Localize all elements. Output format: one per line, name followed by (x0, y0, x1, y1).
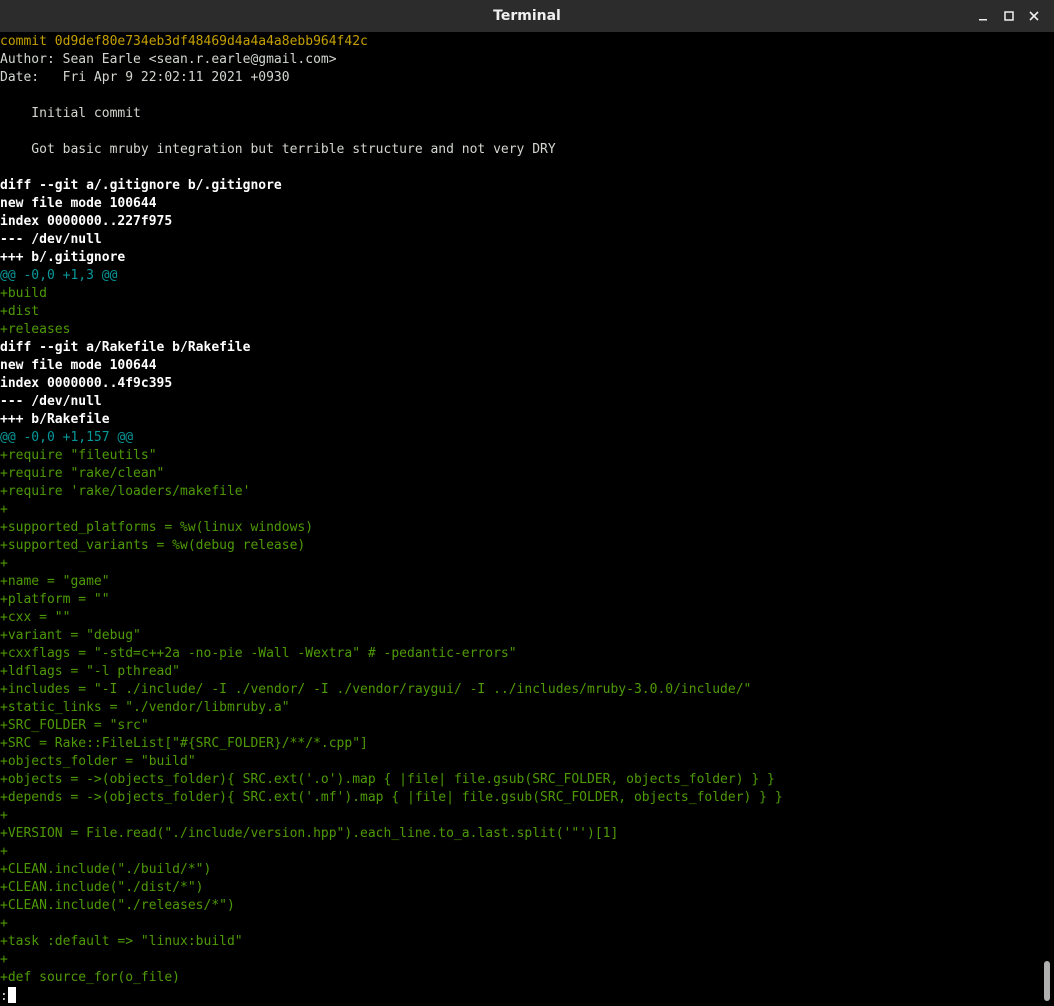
terminal-line: --- /dev/null (0, 394, 102, 409)
terminal-line: +task :default => "linux:build" (0, 934, 243, 949)
terminal-line: +SRC = Rake::FileList["#{SRC_FOLDER}/**/… (0, 736, 368, 751)
terminal-line: +build (0, 286, 47, 301)
scrollbar[interactable] (1040, 33, 1054, 1006)
minimize-icon (979, 19, 987, 21)
pager-prompt[interactable]: : (0, 987, 1040, 1005)
terminal-line: +++ b/Rakefile (0, 412, 110, 427)
terminal-line: + (0, 502, 8, 517)
terminal-line: +platform = "" (0, 592, 110, 607)
terminal-line: new file mode 100644 (0, 358, 157, 373)
terminal-line: index 0000000..4f9c395 (0, 376, 173, 391)
terminal-line: commit 0d9def80e734eb3df48469d4a4a4a8ebb… (0, 34, 368, 49)
terminal-line: diff --git a/Rakefile b/Rakefile (0, 340, 251, 355)
close-icon (1029, 11, 1039, 21)
terminal-line: +dist (0, 304, 40, 319)
terminal-line: +cxx = "" (0, 610, 71, 625)
terminal-line: + (0, 844, 8, 859)
text-cursor (7, 987, 16, 1003)
terminal-line: +includes = "-I ./include/ -I ./vendor/ … (0, 682, 752, 697)
terminal-line: +static_links = "./vendor/libmruby.a" (0, 700, 290, 715)
terminal-output[interactable]: commit 0d9def80e734eb3df48469d4a4a4a8ebb… (0, 33, 1040, 1006)
terminal-line: +cxxflags = "-std=c++2a -no-pie -Wall -W… (0, 646, 517, 661)
terminal-line: diff --git a/.gitignore b/.gitignore (0, 178, 282, 193)
terminal-line: +require 'rake/loaders/makefile' (0, 484, 251, 499)
terminal-line: +ldflags = "-l pthread" (0, 664, 181, 679)
terminal-line: Got basic mruby integration but terrible… (0, 142, 556, 157)
scrollbar-thumb[interactable] (1044, 961, 1050, 1001)
terminal-line: +objects = ->(objects_folder){ SRC.ext('… (0, 772, 775, 787)
terminal-line: new file mode 100644 (0, 196, 157, 211)
terminal-line: +CLEAN.include("./releases/*") (0, 898, 235, 913)
maximize-button[interactable] (1001, 8, 1017, 24)
minimize-button[interactable] (975, 8, 991, 24)
terminal-line: @@ -0,0 +1,157 @@ (0, 430, 134, 445)
terminal-line: +supported_platforms = %w(linux windows) (0, 520, 314, 535)
terminal-line: +SRC_FOLDER = "src" (0, 718, 149, 733)
terminal-line: + (0, 952, 8, 967)
terminal-line: +++ b/.gitignore (0, 250, 126, 265)
terminal-line: +depends = ->(objects_folder){ SRC.ext('… (0, 790, 783, 805)
terminal-line: Initial commit (0, 106, 141, 121)
terminal-line: Author: Sean Earle <sean.r.earle@gmail.c… (0, 52, 337, 67)
window-title: Terminal (493, 8, 561, 24)
terminal-line: @@ -0,0 +1,3 @@ (0, 268, 118, 283)
terminal-line: + (0, 808, 8, 823)
terminal-line: +def source_for(o_file) (0, 970, 181, 985)
terminal-line: +releases (0, 322, 71, 337)
terminal-line: +VERSION = File.read("./include/version.… (0, 826, 619, 841)
terminal-line: + (0, 916, 8, 931)
terminal-window: Terminal commit 0d9def80e734eb3df48469d4… (0, 0, 1054, 1006)
terminal-line: +require "fileutils" (0, 448, 157, 463)
terminal-line: +variant = "debug" (0, 628, 141, 643)
terminal-line: + (0, 556, 8, 571)
terminal-line: +require "rake/clean" (0, 466, 165, 481)
prompt-text: : (0, 989, 8, 1004)
terminal-line: +name = "game" (0, 574, 110, 589)
terminal-line: +CLEAN.include("./dist/*") (0, 880, 204, 895)
title-bar[interactable]: Terminal (0, 0, 1054, 32)
terminal-line: +CLEAN.include("./build/*") (0, 862, 212, 877)
terminal-line: +supported_variants = %w(debug release) (0, 538, 306, 553)
maximize-icon (1004, 11, 1014, 21)
terminal-line: index 0000000..227f975 (0, 214, 173, 229)
terminal-line: +objects_folder = "build" (0, 754, 196, 769)
close-button[interactable] (1026, 8, 1042, 24)
terminal-line: Date: Fri Apr 9 22:02:11 2021 +0930 (0, 70, 290, 85)
terminal-line: --- /dev/null (0, 232, 102, 247)
